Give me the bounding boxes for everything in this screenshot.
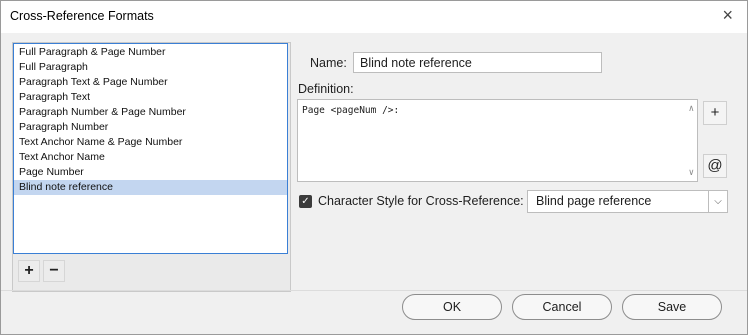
definition-text: Page <pageNum />: (302, 105, 400, 116)
save-button[interactable]: Save (622, 294, 722, 320)
chevron-down-icon: ⌵ (708, 191, 727, 212)
name-input[interactable]: Blind note reference (353, 52, 602, 73)
scroll-up-icon[interactable]: ∧ (689, 104, 694, 114)
list-item[interactable]: Text Anchor Name (14, 150, 287, 165)
list-item[interactable]: Full Paragraph & Page Number (14, 45, 287, 60)
dialog-title: Cross-Reference Formats (10, 9, 154, 23)
scroll-down-icon[interactable]: ∨ (689, 168, 694, 178)
add-format-button[interactable]: + (18, 260, 40, 282)
char-style-value: Blind page reference (536, 194, 652, 208)
list-item[interactable]: Paragraph Text & Page Number (14, 75, 287, 90)
char-style-checkbox[interactable]: ✓ (299, 195, 312, 208)
list-item[interactable]: Paragraph Text (14, 90, 287, 105)
definition-label: Definition: (298, 82, 354, 96)
at-sign-icon: @ (707, 157, 723, 174)
insert-building-block-button[interactable]: + (703, 101, 727, 125)
checkmark-icon: ✓ (301, 196, 310, 207)
formats-list[interactable]: Full Paragraph & Page Number Full Paragra… (13, 43, 288, 254)
remove-format-button[interactable]: − (43, 260, 65, 282)
cross-reference-formats-dialog: Cross-Reference Formats × Full Paragraph… (0, 0, 748, 335)
char-style-select[interactable]: Blind page reference ⌵ (527, 190, 728, 213)
definition-textarea[interactable]: Page <pageNum />: ∧ ∨ (297, 99, 698, 182)
list-item[interactable]: Blind note reference (14, 180, 287, 195)
insert-special-character-button[interactable]: @ (703, 154, 727, 178)
list-item[interactable]: Full Paragraph (14, 60, 287, 75)
char-style-label: Character Style for Cross-Reference: (318, 194, 524, 208)
title-bar: Cross-Reference Formats × (1, 1, 747, 33)
footer-divider (1, 290, 747, 291)
ok-button[interactable]: OK (402, 294, 502, 320)
list-item[interactable]: Page Number (14, 165, 287, 180)
cancel-button[interactable]: Cancel (512, 294, 612, 320)
name-label: Name: (310, 56, 347, 70)
list-item[interactable]: Paragraph Number (14, 120, 287, 135)
list-item[interactable]: Paragraph Number & Page Number (14, 105, 287, 120)
plus-icon: + (710, 104, 720, 121)
formats-pane: Full Paragraph & Page Number Full Paragra… (12, 42, 291, 292)
close-icon[interactable]: × (722, 5, 733, 25)
list-item[interactable]: Text Anchor Name & Page Number (14, 135, 287, 150)
